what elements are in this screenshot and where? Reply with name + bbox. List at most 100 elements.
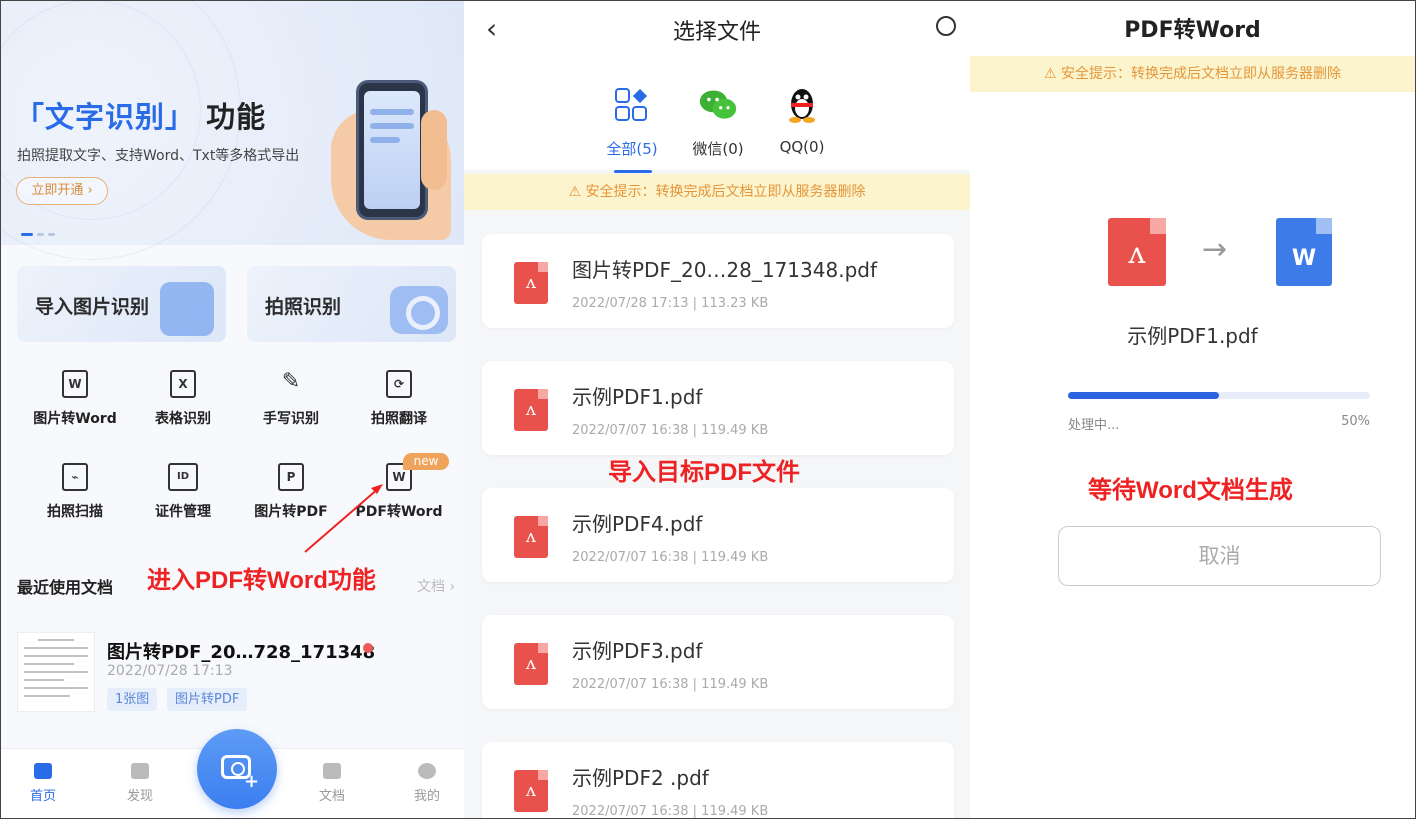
recent-docs-more-link[interactable]: 文档 ›	[417, 576, 455, 596]
file-meta: 2022/07/07 16:38 | 119.49 KB	[572, 423, 769, 438]
unread-dot	[363, 643, 373, 653]
cancel-button[interactable]: 取消	[1058, 526, 1381, 586]
tool-handwriting-ocr[interactable]: ✎ 手写识别	[236, 370, 346, 428]
pdf-file-icon: ᴧ	[514, 516, 548, 558]
annotation-wait-word-generation: 等待Word文档生成	[1088, 477, 1293, 504]
tool-table-ocr[interactable]: X 表格识别	[128, 370, 238, 428]
file-meta: 2022/07/07 16:38 | 119.49 KB	[572, 804, 769, 819]
pdf-file-icon: ᴧ	[514, 770, 548, 812]
tool-label: 拍照翻译	[371, 411, 427, 427]
excel-doc-icon: X	[170, 370, 196, 398]
word-file-icon: W	[1276, 218, 1332, 286]
camera-capture-button[interactable]: +	[197, 729, 277, 809]
file-name: 示例PDF3.pdf	[572, 639, 703, 663]
word-doc-icon: W	[62, 370, 88, 398]
pdf-file-icon: ᴧ	[514, 389, 548, 431]
recent-doc-date: 2022/07/28 17:13	[107, 663, 233, 679]
pdf-to-word-progress-screen: PDF转Word ⚠ 安全提示：转换完成后文档立即从服务器删除 ᴧ → W 示例…	[970, 0, 1415, 819]
pdf-file-icon: ᴧ	[514, 643, 548, 685]
tool-id-management[interactable]: ID 证件管理	[128, 463, 238, 521]
open-now-button[interactable]: 立即开通 ›	[16, 177, 108, 205]
ocr-promo-banner[interactable]: 「文字识别」 功能 拍照提取文字、支持Word、Txt等多格式导出 立即开通 ›	[1, 0, 464, 260]
recent-docs-heading: 最近使用文档	[17, 578, 114, 597]
card-label: 导入图片识别	[35, 296, 150, 318]
source-tab-label: 全部(5)	[606, 140, 658, 158]
plus-icon: +	[244, 771, 260, 792]
carousel-dots	[21, 221, 59, 240]
converting-file-name: 示例PDF1.pdf	[1127, 324, 1258, 348]
tool-label: 表格识别	[155, 411, 211, 427]
page-title: 选择文件	[672, 20, 761, 45]
person-icon	[418, 763, 436, 779]
source-tab-wechat[interactable]: 微信(0)	[678, 86, 758, 159]
tool-label: 手写识别	[263, 411, 319, 427]
tool-photo-translate[interactable]: ⟳ 拍照翻译	[344, 370, 454, 428]
annotation-enter-pdf-to-word: 进入PDF转Word功能	[147, 567, 376, 594]
pdf-file-icon: ᴧ	[514, 262, 548, 304]
home-icon	[34, 763, 52, 779]
file-meta: 2022/07/07 16:38 | 119.49 KB	[572, 550, 769, 565]
tab-documents[interactable]: 文档	[302, 763, 362, 804]
tab-discover[interactable]: 发现	[110, 763, 170, 804]
wechat-icon	[699, 90, 737, 119]
card-label: 拍照识别	[265, 296, 342, 318]
annotation-arrow	[304, 484, 383, 553]
conversion-progress-bar	[1068, 392, 1370, 399]
home-screen: 「文字识别」 功能 拍照提取文字、支持Word、Txt等多格式导出 立即开通 ›…	[1, 0, 464, 819]
file-name: 图片转PDF_20…28_171348.pdf	[572, 258, 877, 282]
promo-title: 「文字识别」 功能	[15, 100, 267, 134]
phone-illustration	[356, 80, 428, 220]
translate-icon: ⟳	[386, 370, 412, 398]
tool-label: 证件管理	[155, 504, 211, 520]
file-name: 示例PDF4.pdf	[572, 512, 703, 536]
source-tab-qq[interactable]: QQ(0)	[762, 86, 842, 156]
tab-home[interactable]: 首页	[13, 763, 73, 804]
feather-pen-icon: ✎	[281, 369, 301, 394]
thumb-illustration	[421, 110, 447, 190]
import-image-ocr-card[interactable]: 导入图片识别	[17, 266, 226, 342]
promo-subtitle: 拍照提取文字、支持Word、Txt等多格式导出	[17, 148, 300, 164]
recent-doc-thumbnail[interactable]	[17, 632, 95, 712]
security-warning-banner: ⚠ 安全提示：转换完成后文档立即从服务器删除	[970, 56, 1415, 92]
file-name: 示例PDF2 .pdf	[572, 766, 709, 790]
page-title: PDF转Word	[1124, 18, 1261, 43]
id-card-icon: ID	[168, 463, 198, 491]
file-item[interactable]: ᴧ 示例PDF4.pdf 2022/07/07 16:38 | 119.49 K…	[482, 488, 954, 582]
select-file-screen: ‹ 选择文件 全部(5) 微信(0) QQ(0) ⚠ 安全提示：转换完成后文档立…	[464, 0, 970, 819]
photo-ocr-card[interactable]: 拍照识别	[247, 266, 456, 342]
progress-percent: 50%	[1341, 414, 1370, 429]
file-item[interactable]: ᴧ 示例PDF2 .pdf 2022/07/07 16:38 | 119.49 …	[482, 742, 954, 819]
recent-doc-title[interactable]: 图片转PDF_20…728_171348	[107, 638, 375, 664]
image-frame-icon	[160, 282, 214, 336]
qq-penguin-icon	[789, 89, 815, 123]
tool-label: 图片转Word	[33, 411, 117, 427]
select-file-header: ‹ 选择文件 全部(5) 微信(0) QQ(0)	[464, 0, 970, 173]
file-meta: 2022/07/07 16:38 | 119.49 KB	[572, 677, 769, 692]
arrow-right-icon: →	[1202, 232, 1228, 267]
tool-photo-scan[interactable]: ⌁ 拍照扫描	[20, 463, 130, 521]
all-grid-icon	[615, 88, 648, 121]
progress-status: 处理中...	[1068, 418, 1120, 433]
doc-tag: 1张图	[107, 688, 158, 711]
file-item[interactable]: ᴧ 图片转PDF_20…28_171348.pdf 2022/07/28 17:…	[482, 234, 954, 328]
tool-image-to-word[interactable]: W 图片转Word	[20, 370, 130, 428]
scan-chart-icon: ⌁	[62, 463, 88, 491]
annotation-import-target-pdf: 导入目标PDF文件	[608, 459, 800, 486]
document-icon	[323, 763, 341, 779]
active-tab-indicator	[614, 170, 652, 173]
search-icon[interactable]	[936, 16, 956, 36]
new-badge: new	[403, 453, 449, 470]
source-tab-all[interactable]: 全部(5)	[592, 86, 672, 159]
cube-icon	[131, 763, 149, 779]
tool-label: 拍照扫描	[47, 504, 103, 520]
doc-tag: 图片转PDF	[167, 688, 248, 711]
security-warning-banner: ⚠ 安全提示：转换完成后文档立即从服务器删除	[464, 174, 970, 210]
camera-icon	[390, 286, 448, 334]
file-item[interactable]: ᴧ 示例PDF1.pdf 2022/07/07 16:38 | 119.49 K…	[482, 361, 954, 455]
source-tab-label: 微信(0)	[692, 140, 744, 158]
tab-profile[interactable]: 我的	[397, 763, 457, 804]
file-meta: 2022/07/28 17:13 | 113.23 KB	[572, 296, 769, 311]
progress-fill	[1068, 392, 1219, 399]
pdf-file-icon: ᴧ	[1108, 218, 1166, 286]
file-item[interactable]: ᴧ 示例PDF3.pdf 2022/07/07 16:38 | 119.49 K…	[482, 615, 954, 709]
